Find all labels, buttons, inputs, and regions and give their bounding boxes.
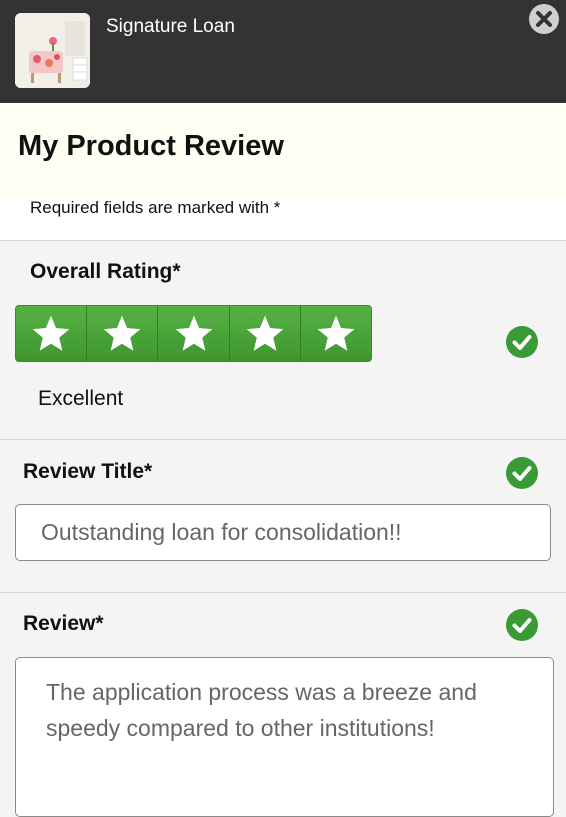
review-valid-check-icon [506, 609, 538, 641]
title-valid-check-icon [506, 457, 538, 489]
star-4[interactable] [229, 306, 301, 361]
divider [0, 439, 566, 440]
page-title: My Product Review [18, 130, 284, 162]
star-2[interactable] [87, 306, 159, 361]
required-note: Required fields are marked with * [30, 198, 281, 217]
review-label: Review* [23, 612, 104, 635]
star-icon [317, 315, 355, 351]
star-icon [246, 315, 284, 351]
star-icon [175, 315, 212, 351]
rating-valid-check-icon [506, 326, 538, 358]
close-icon[interactable] [528, 3, 560, 35]
review-title-input[interactable]: Outstanding loan for consolidation!! [15, 504, 551, 561]
star-icon [103, 315, 141, 351]
star-3[interactable] [158, 306, 230, 361]
review-textarea[interactable]: The application process was a breeze and… [15, 657, 554, 817]
star-1[interactable] [16, 306, 88, 361]
star-rating[interactable] [15, 305, 372, 362]
rating-description: Excellent [38, 387, 124, 410]
divider [0, 592, 566, 593]
star-5[interactable] [300, 306, 371, 361]
overall-rating-label: Overall Rating* [30, 260, 181, 283]
product-name: Signature Loan [106, 16, 235, 37]
product-thumbnail [15, 13, 90, 88]
review-title-label: Review Title* [23, 460, 153, 483]
star-icon [32, 315, 70, 351]
